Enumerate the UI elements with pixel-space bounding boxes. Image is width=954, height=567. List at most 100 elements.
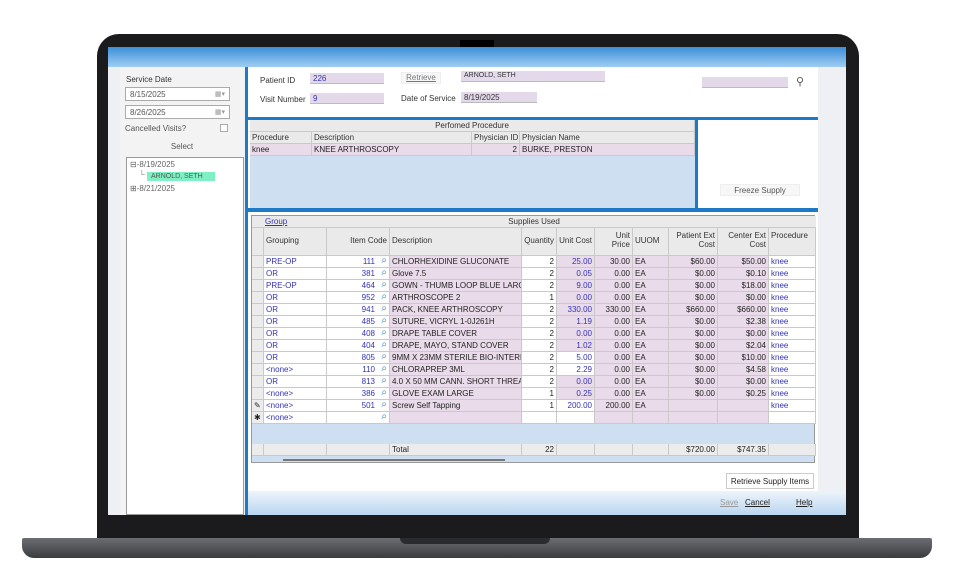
description-cell[interactable]: 9MM X 23MM STERILE BIO-INTERF <box>390 352 522 364</box>
column-header[interactable]: Procedure <box>250 132 312 144</box>
uuom-cell[interactable]: EA <box>633 256 669 268</box>
unit-price-cell[interactable]: 0.00 <box>595 388 633 400</box>
quantity-cell[interactable]: 2 <box>522 316 557 328</box>
center-ext-cost-cell[interactable]: $2.04 <box>718 340 769 352</box>
procedure-cell[interactable]: knee <box>769 268 816 280</box>
center-ext-cost-cell[interactable]: $10.00 <box>718 352 769 364</box>
uuom-cell[interactable]: EA <box>633 340 669 352</box>
freeze-supply-button[interactable]: Freeze Supply <box>720 184 800 196</box>
unit-price-cell[interactable]: 0.00 <box>595 328 633 340</box>
lookup-icon[interactable]: ⌕ <box>381 328 387 338</box>
quantity-cell[interactable]: 1 <box>522 388 557 400</box>
unit-cost-cell[interactable]: 25.00 <box>557 256 595 268</box>
unit-cost-cell[interactable]: 9.00 <box>557 280 595 292</box>
retrieve-supply-items-button[interactable]: Retrieve Supply Items <box>726 473 814 489</box>
unit-price-cell[interactable]: 0.00 <box>595 316 633 328</box>
patient-ext-cost-cell[interactable]: $0.00 <box>669 340 718 352</box>
column-header-item-code[interactable]: Item Code <box>327 228 390 256</box>
center-ext-cost-cell[interactable]: $0.25 <box>718 388 769 400</box>
center-ext-cost-cell[interactable]: $2.38 <box>718 316 769 328</box>
cancelled-visits-checkbox[interactable] <box>220 124 228 132</box>
unit-price-cell[interactable]: 0.00 <box>595 352 633 364</box>
visit-number-field[interactable]: 9 <box>310 93 384 104</box>
row-header[interactable]: ✱ <box>252 412 264 424</box>
search-field[interactable] <box>702 77 788 88</box>
physician-name-cell[interactable]: BURKE, PRESTON <box>520 144 695 156</box>
unit-cost-cell[interactable]: 1.02 <box>557 340 595 352</box>
unit-price-cell[interactable]: 0.00 <box>595 292 633 304</box>
row-header[interactable] <box>252 340 264 352</box>
column-header-patient-ext-cost[interactable]: Patient Ext Cost <box>669 228 718 256</box>
patient-ext-cost-cell[interactable]: $0.00 <box>669 364 718 376</box>
row-header[interactable] <box>252 364 264 376</box>
procedure-cell[interactable]: knee <box>769 352 816 364</box>
column-header-grouping[interactable]: Grouping <box>264 228 327 256</box>
patient-ext-cost-cell[interactable] <box>669 400 718 412</box>
lookup-icon[interactable]: ⌕ <box>381 400 387 410</box>
row-header[interactable] <box>252 352 264 364</box>
unit-price-cell[interactable]: 0.00 <box>595 340 633 352</box>
item-code-cell[interactable]: 408 ⌕ <box>327 328 390 340</box>
tree-node-date[interactable]: ⊞-8/21/2025 <box>130 184 175 193</box>
row-header[interactable] <box>252 328 264 340</box>
patient-ext-cost-cell[interactable]: $0.00 <box>669 316 718 328</box>
date-to-picker[interactable]: 8/26/2025 ▦▾ <box>125 105 230 119</box>
quantity-cell[interactable]: 2 <box>522 256 557 268</box>
uuom-cell[interactable]: EA <box>633 352 669 364</box>
uuom-cell[interactable]: EA <box>633 316 669 328</box>
horizontal-scrollbar[interactable] <box>283 459 505 461</box>
lookup-icon[interactable]: ⌕ <box>381 376 387 386</box>
unit-cost-cell[interactable]: 0.00 <box>557 328 595 340</box>
quantity-cell[interactable]: 2 <box>522 280 557 292</box>
column-header-unit-cost[interactable]: Unit Cost <box>557 228 595 256</box>
unit-cost-cell[interactable]: 0.25 <box>557 388 595 400</box>
row-header[interactable] <box>252 268 264 280</box>
cancel-button[interactable]: Cancel <box>745 498 770 507</box>
item-code-cell[interactable]: ⌕ <box>327 412 390 424</box>
item-code-cell[interactable]: 386 ⌕ <box>327 388 390 400</box>
center-ext-cost-cell[interactable]: $0.00 <box>718 328 769 340</box>
uuom-cell[interactable]: EA <box>633 388 669 400</box>
lookup-icon[interactable]: ⌕ <box>381 280 387 290</box>
column-header[interactable]: Description <box>312 132 472 144</box>
patient-ext-cost-cell[interactable]: $0.00 <box>669 388 718 400</box>
grouping-cell[interactable]: OR <box>264 292 327 304</box>
row-header[interactable] <box>252 256 264 268</box>
grouping-cell[interactable]: <none> <box>264 412 327 424</box>
description-cell[interactable]: CHLORHEXIDINE GLUCONATE <box>390 256 522 268</box>
description-cell[interactable]: PACK, KNEE ARTHROSCOPY <box>390 304 522 316</box>
grouping-cell[interactable]: <none> <box>264 400 327 412</box>
patient-ext-cost-cell[interactable]: $60.00 <box>669 256 718 268</box>
uuom-cell[interactable] <box>633 412 669 424</box>
row-header[interactable] <box>252 304 264 316</box>
grouping-cell[interactable]: PRE-OP <box>264 280 327 292</box>
center-ext-cost-cell[interactable]: $0.10 <box>718 268 769 280</box>
uuom-cell[interactable]: EA <box>633 328 669 340</box>
quantity-cell[interactable]: 2 <box>522 268 557 280</box>
quantity-cell[interactable]: 2 <box>522 328 557 340</box>
column-header-unit-price[interactable]: Unit Price <box>595 228 633 256</box>
lookup-icon[interactable]: ⌕ <box>381 412 387 422</box>
quantity-cell[interactable]: 2 <box>522 376 557 388</box>
physician-id-cell[interactable]: 2 <box>472 144 520 156</box>
item-code-cell[interactable]: 381 ⌕ <box>327 268 390 280</box>
lookup-icon[interactable]: ⌕ <box>381 364 387 374</box>
patient-ext-cost-cell[interactable]: $660.00 <box>669 304 718 316</box>
calendar-icon[interactable]: ▦▾ <box>215 108 225 116</box>
unit-cost-cell[interactable]: 0.00 <box>557 292 595 304</box>
patient-ext-cost-cell[interactable]: $0.00 <box>669 376 718 388</box>
uuom-cell[interactable]: EA <box>633 268 669 280</box>
lookup-icon[interactable]: ⌕ <box>381 304 387 314</box>
unit-price-cell[interactable]: 330.00 <box>595 304 633 316</box>
uuom-cell[interactable]: EA <box>633 376 669 388</box>
description-cell[interactable]: SUTURE, VICRYL 1-0J261H <box>390 316 522 328</box>
uuom-cell[interactable]: EA <box>633 292 669 304</box>
lookup-icon[interactable]: ⌕ <box>381 340 387 350</box>
procedure-cell[interactable]: knee <box>769 340 816 352</box>
unit-cost-cell[interactable]: 200.00 <box>557 400 595 412</box>
retrieve-button[interactable]: Retrieve <box>401 72 441 84</box>
uuom-cell[interactable]: EA <box>633 400 669 412</box>
center-ext-cost-cell[interactable] <box>718 412 769 424</box>
grouping-cell[interactable]: PRE-OP <box>264 256 327 268</box>
select-button[interactable]: Select <box>120 142 244 151</box>
